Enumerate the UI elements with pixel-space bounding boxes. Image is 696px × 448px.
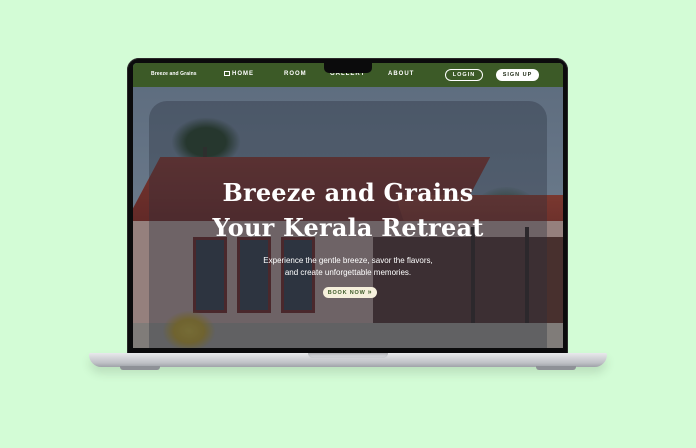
nav-about[interactable]: ABOUT: [388, 71, 414, 77]
hero-section: Breeze and Grains Your Kerala Retreat Ex…: [133, 87, 563, 348]
login-button[interactable]: LOGIN: [445, 69, 483, 81]
laptop-foot-right: [536, 366, 576, 370]
camera-notch: [324, 63, 372, 73]
book-now-label: BOOK NOW: [327, 289, 366, 296]
hero-subtitle-line-1: Experience the gentle breeze, savor the …: [263, 256, 433, 265]
site-logo[interactable]: Breeze and Grains: [151, 71, 197, 77]
nav-home[interactable]: HOME: [224, 71, 254, 77]
hero-subtitle: Experience the gentle breeze, savor the …: [133, 255, 563, 279]
book-now-button[interactable]: BOOK NOW »: [323, 287, 377, 298]
home-icon: [224, 71, 230, 76]
nav-room[interactable]: ROOM: [284, 71, 307, 77]
double-chevron-right-icon: »: [367, 289, 373, 296]
nav-home-label: HOME: [232, 71, 254, 77]
laptop-foot-left: [120, 366, 160, 370]
signup-button[interactable]: SIGN UP: [496, 69, 539, 81]
hero-title: Breeze and Grains Your Kerala Retreat: [133, 175, 563, 245]
hero-title-line-1: Breeze and Grains: [222, 178, 474, 207]
laptop-screen: Breeze and Grains HOME ROOM GALLERY ABOU…: [133, 63, 563, 348]
hero-subtitle-line-2: and create unforgettable memories.: [284, 268, 412, 277]
hero-title-line-2: Your Kerala Retreat: [212, 213, 484, 242]
laptop-opening-groove: [308, 353, 388, 358]
